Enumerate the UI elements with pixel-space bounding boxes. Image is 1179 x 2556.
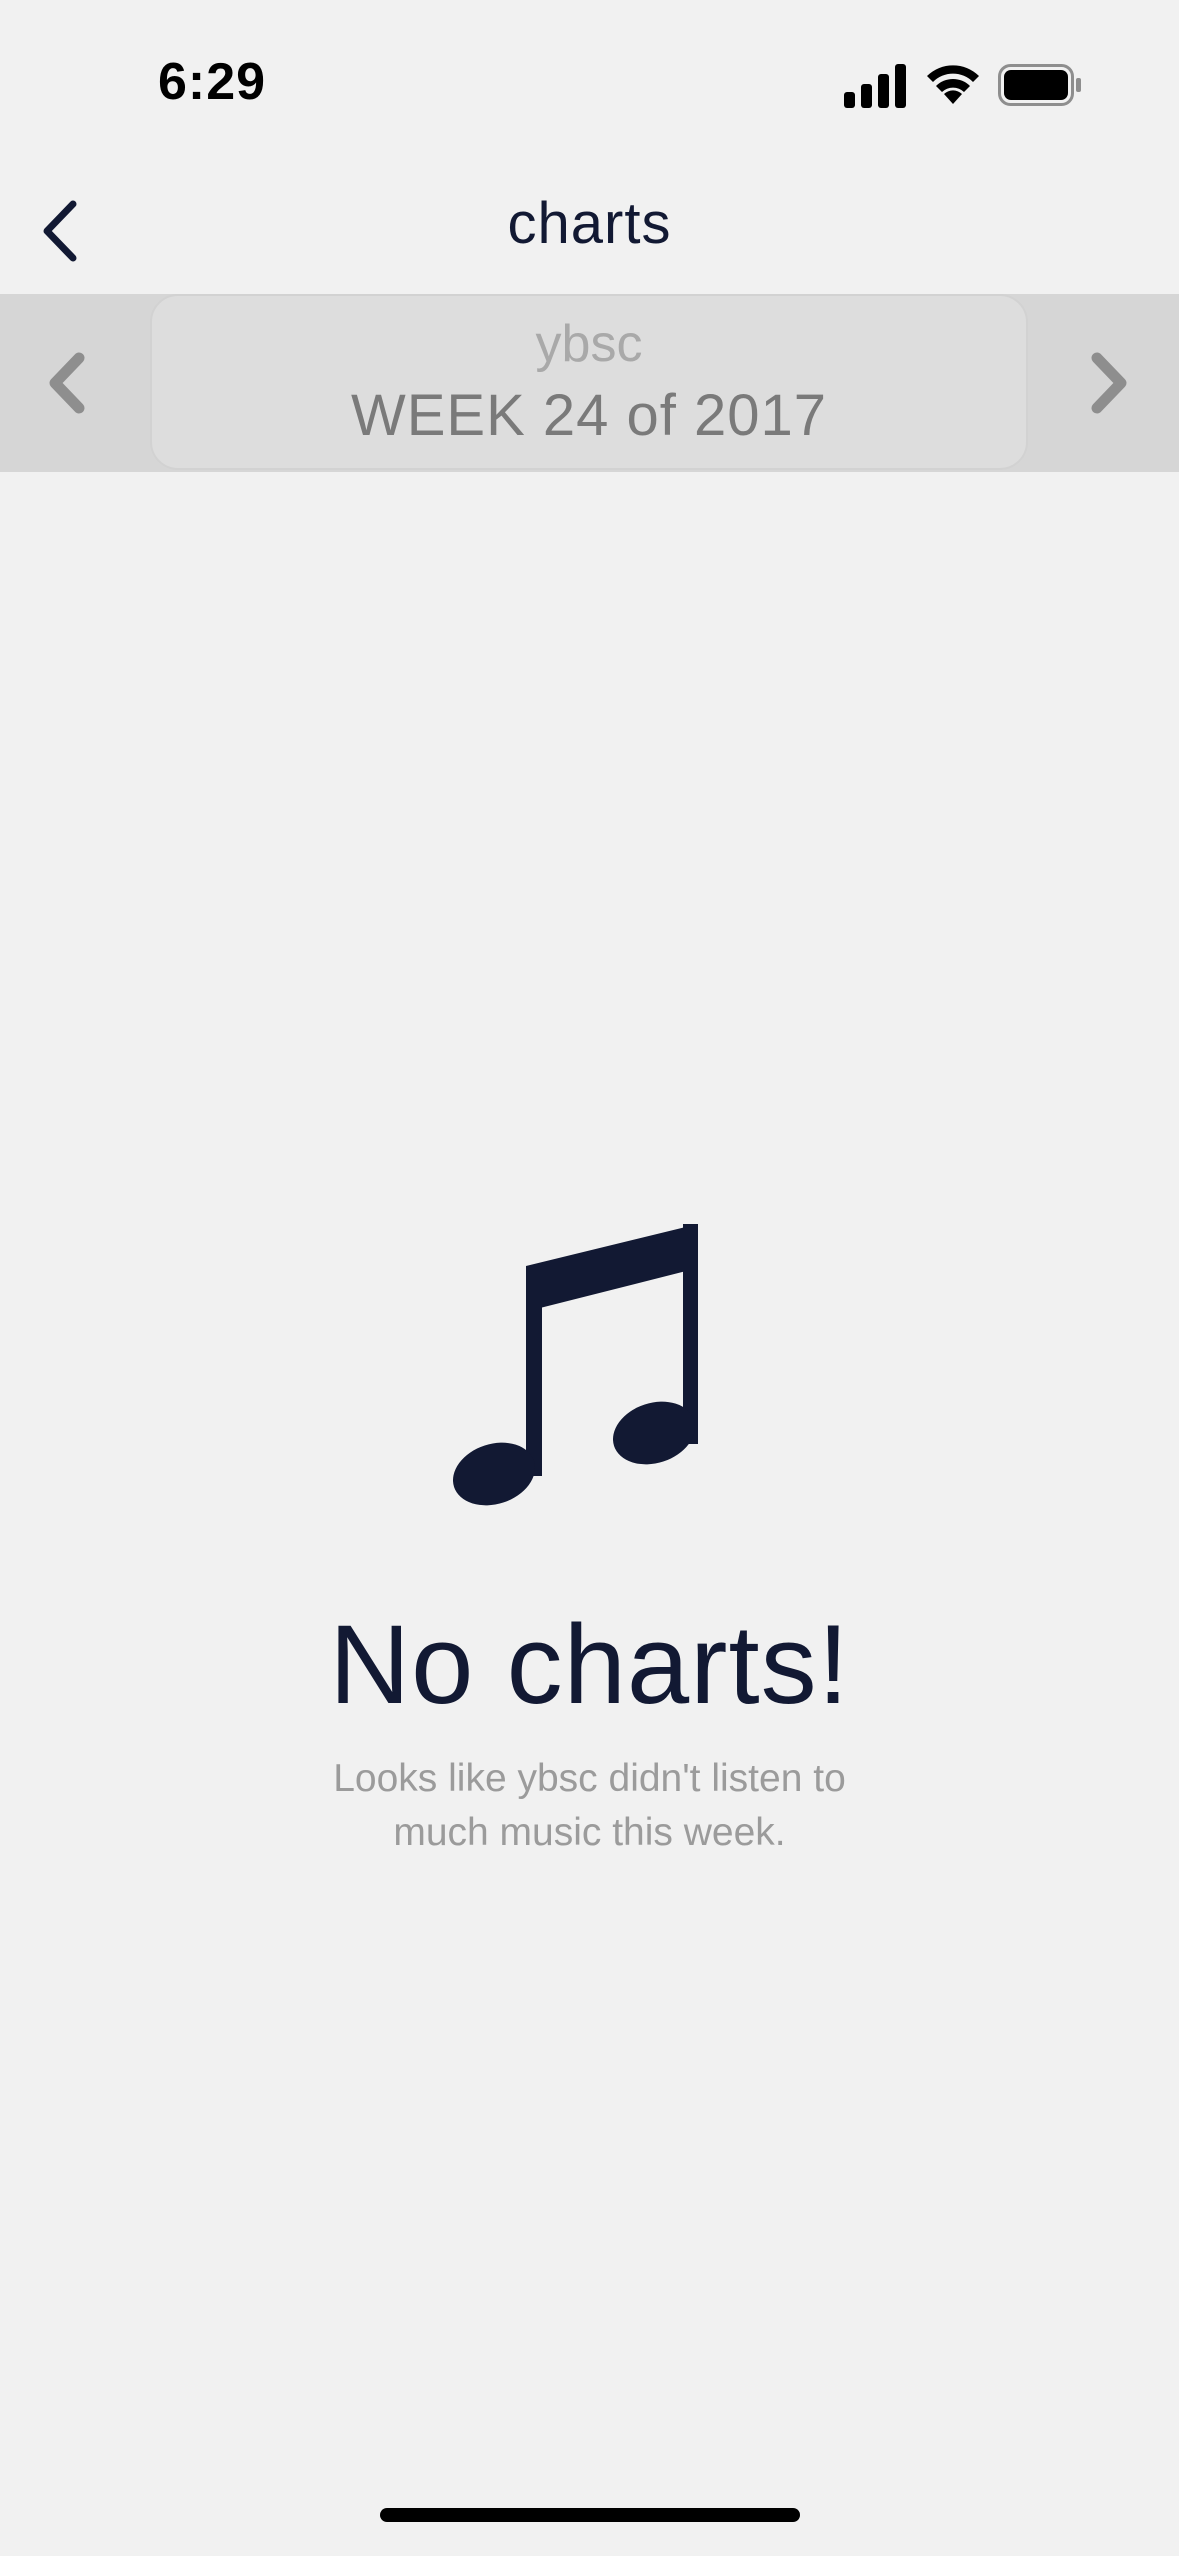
page-title: charts	[507, 191, 672, 256]
navigation-bar: charts	[0, 170, 1179, 294]
status-bar: 6:29	[0, 0, 1179, 170]
status-time: 6:29	[158, 53, 267, 111]
cellular-signal-icon	[844, 64, 906, 108]
chevron-right-icon	[1091, 352, 1127, 414]
previous-week-button[interactable]	[22, 338, 112, 428]
empty-state-title: No charts!	[329, 1602, 850, 1727]
week-username: ybsc	[535, 315, 643, 373]
next-week-button[interactable]	[1064, 338, 1154, 428]
wifi-icon	[927, 65, 979, 104]
week-label: WEEK 24 of 2017	[350, 383, 828, 448]
battery-icon	[998, 64, 1081, 106]
week-display[interactable]: ybsc WEEK 24 of 2017	[150, 294, 1028, 470]
week-selector: ybsc WEEK 24 of 2017	[0, 294, 1179, 472]
empty-state-message: Looks like ybsc didn't listen to much mu…	[333, 1757, 846, 1854]
chevron-left-icon	[49, 352, 85, 414]
home-indicator[interactable]	[380, 2508, 800, 2522]
music-note-icon	[452, 1224, 698, 1506]
